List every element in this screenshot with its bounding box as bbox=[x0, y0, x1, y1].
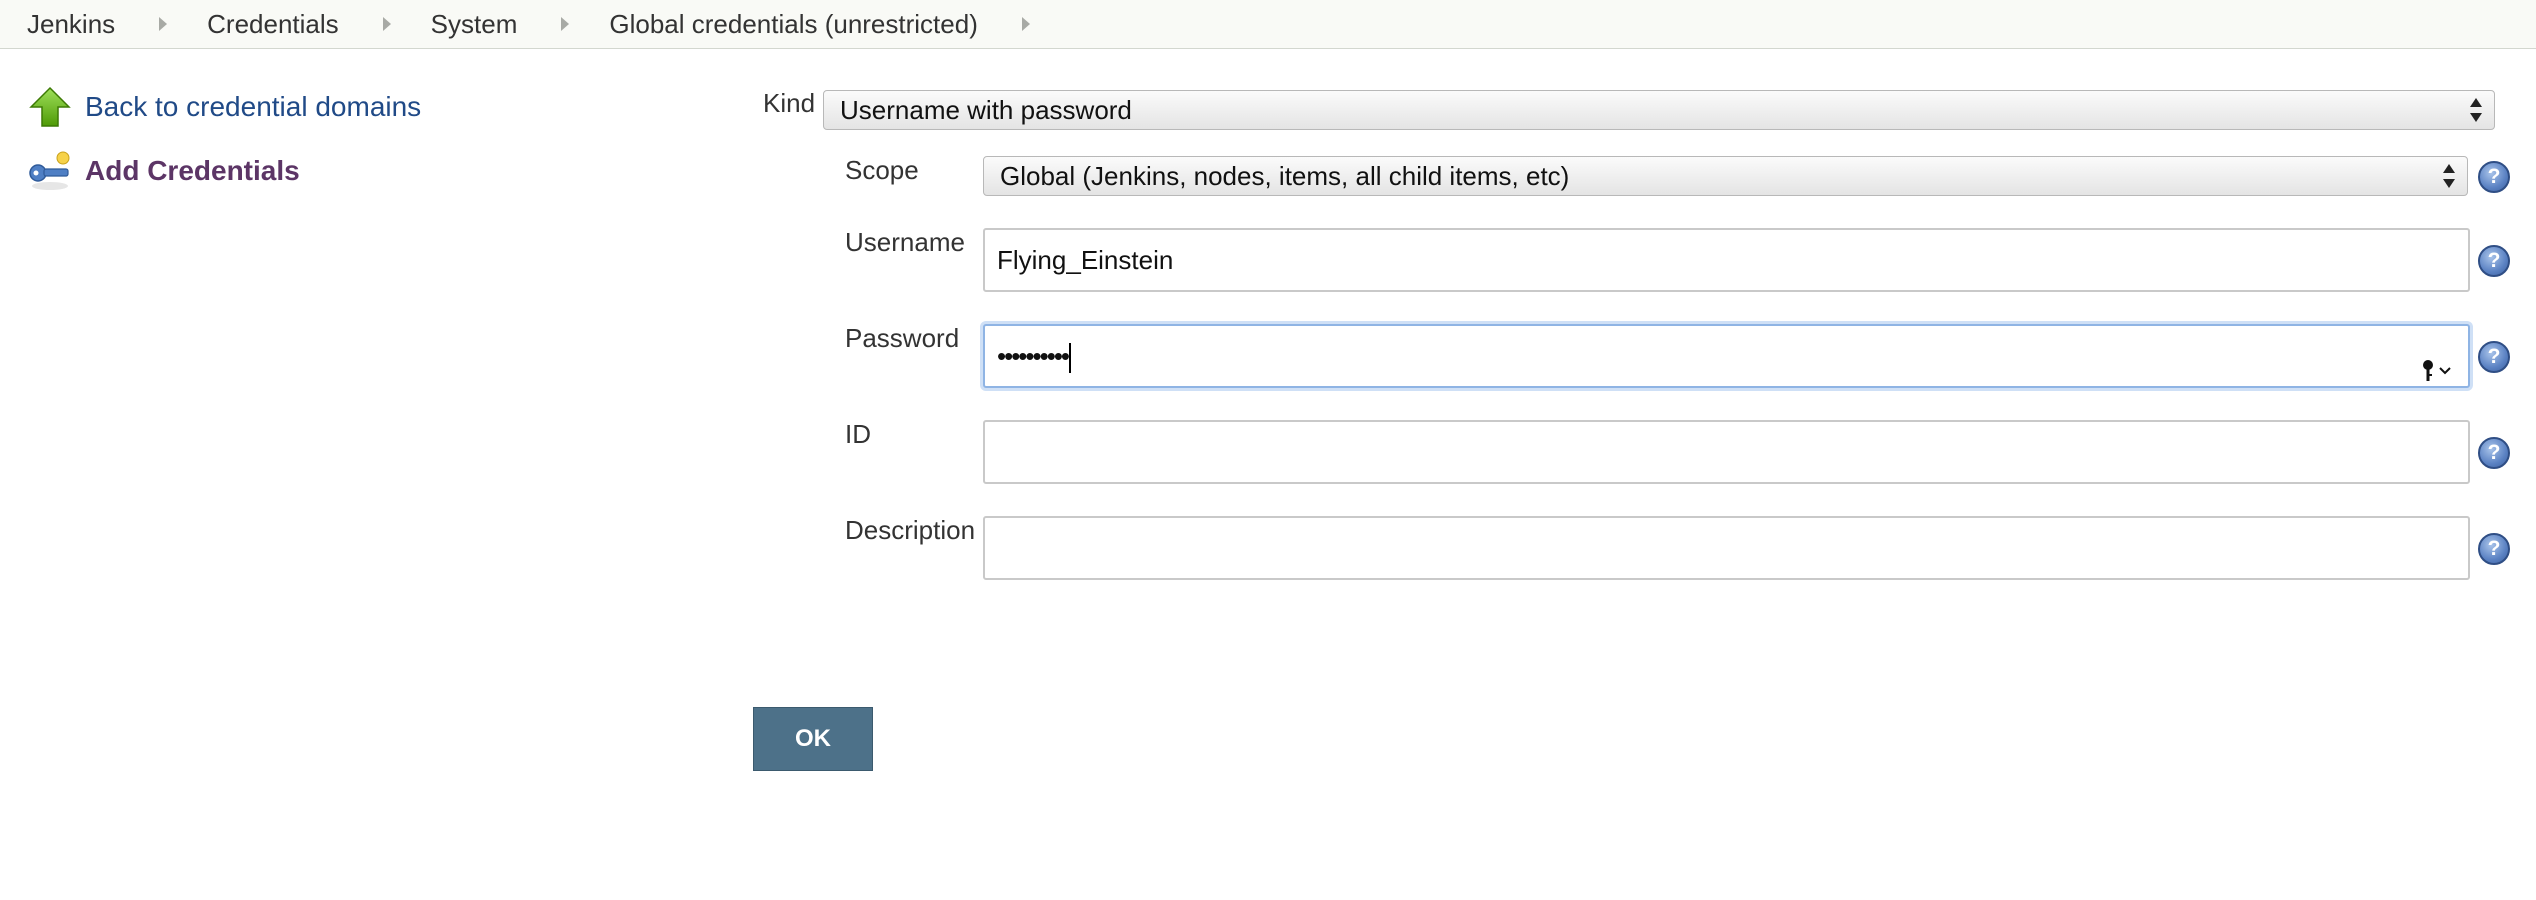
scope-label: Scope bbox=[845, 155, 919, 185]
description-help-icon[interactable]: ? bbox=[2478, 533, 2510, 565]
password-masked-value: •••••••••• bbox=[997, 341, 1070, 371]
password-input[interactable]: •••••••••• bbox=[983, 324, 2470, 388]
description-label: Description bbox=[845, 515, 976, 545]
description-input[interactable] bbox=[983, 516, 2470, 580]
up-arrow-icon bbox=[27, 84, 73, 130]
breadcrumb-arrow-icon[interactable] bbox=[382, 17, 391, 31]
breadcrumb-label[interactable]: System bbox=[431, 9, 518, 40]
ok-button[interactable]: OK bbox=[753, 707, 873, 771]
kind-label: Kind bbox=[763, 88, 816, 118]
sidebar-tasks: Back to credential domains Add Credentia… bbox=[27, 82, 421, 210]
breadcrumb-arrow-icon[interactable] bbox=[1021, 17, 1030, 31]
password-label: Password bbox=[845, 323, 960, 353]
breadcrumb-item-jenkins[interactable]: Jenkins bbox=[27, 9, 207, 40]
password-manager-key-icon[interactable] bbox=[2420, 344, 2454, 381]
username-input[interactable]: Flying_Einstein bbox=[983, 228, 2470, 292]
username-value: Flying_Einstein bbox=[997, 245, 1174, 275]
add-credentials-link[interactable]: Add Credentials bbox=[27, 146, 421, 196]
text-caret bbox=[1069, 343, 1072, 374]
scope-select-value: Global (Jenkins, nodes, items, all child… bbox=[1000, 161, 1570, 191]
breadcrumb-item-global-credentials[interactable]: Global credentials (unrestricted) bbox=[609, 9, 1070, 40]
select-arrows-icon bbox=[2443, 164, 2455, 188]
password-help-icon[interactable]: ? bbox=[2478, 341, 2510, 373]
credential-key-icon bbox=[27, 148, 73, 194]
id-help-icon[interactable]: ? bbox=[2478, 437, 2510, 469]
kind-select[interactable]: Username with password bbox=[823, 90, 2495, 130]
scope-select[interactable]: Global (Jenkins, nodes, items, all child… bbox=[983, 156, 2468, 196]
breadcrumb-label[interactable]: Global credentials (unrestricted) bbox=[609, 9, 978, 40]
id-input[interactable] bbox=[983, 420, 2470, 484]
breadcrumb: Jenkins Credentials System Global creden… bbox=[0, 0, 2536, 49]
breadcrumb-arrow-icon[interactable] bbox=[159, 17, 168, 31]
username-label: Username bbox=[845, 227, 965, 257]
breadcrumb-item-credentials[interactable]: Credentials bbox=[207, 9, 431, 40]
back-to-credential-domains-label[interactable]: Back to credential domains bbox=[85, 91, 421, 123]
id-label: ID bbox=[845, 419, 871, 449]
kind-select-value: Username with password bbox=[840, 95, 1132, 125]
scope-help-icon[interactable]: ? bbox=[2478, 161, 2510, 193]
breadcrumb-label[interactable]: Jenkins bbox=[27, 9, 115, 40]
breadcrumb-item-system[interactable]: System bbox=[431, 9, 610, 40]
breadcrumb-arrow-icon[interactable] bbox=[561, 17, 570, 31]
breadcrumb-label[interactable]: Credentials bbox=[207, 9, 339, 40]
select-arrows-icon bbox=[2470, 98, 2482, 122]
username-help-icon[interactable]: ? bbox=[2478, 245, 2510, 277]
back-to-credential-domains-link[interactable]: Back to credential domains bbox=[27, 82, 421, 132]
add-credentials-label[interactable]: Add Credentials bbox=[85, 155, 300, 187]
